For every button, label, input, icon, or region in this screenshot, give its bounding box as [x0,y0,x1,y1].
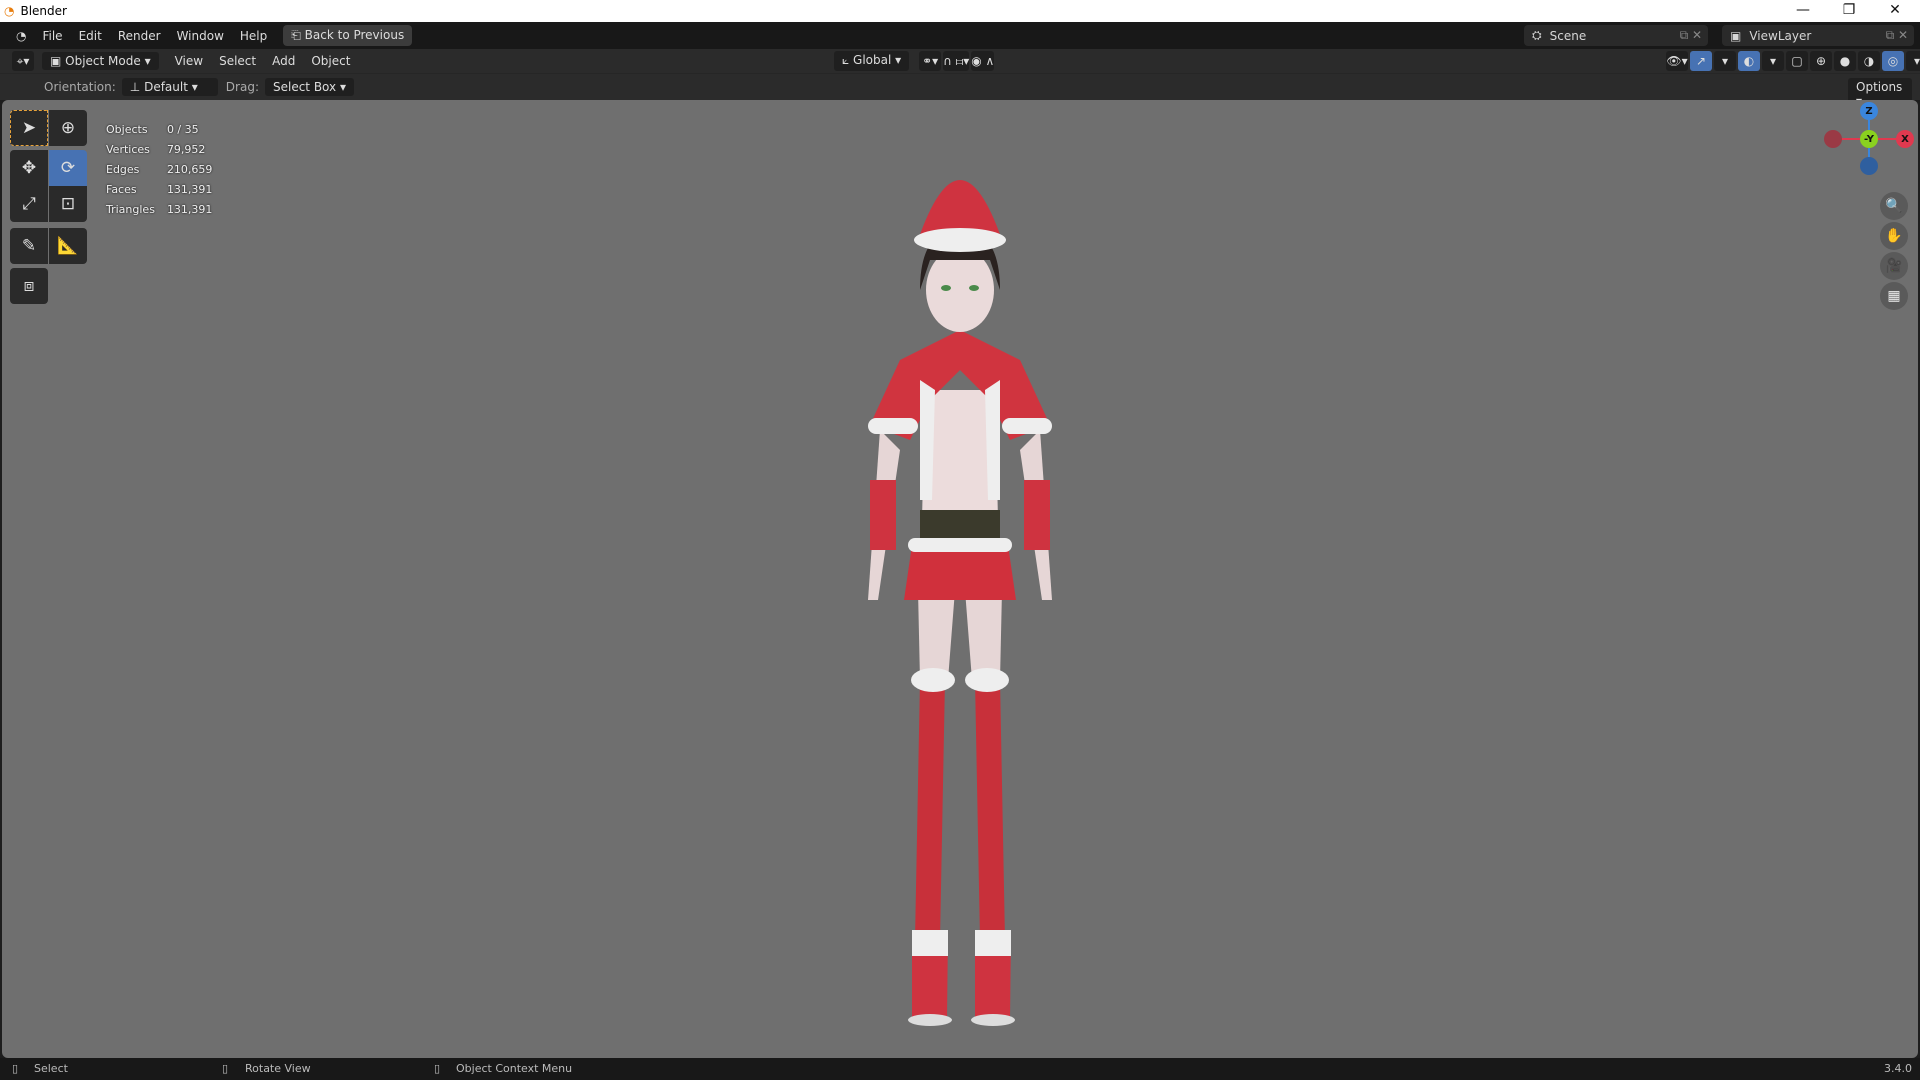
stat-row: Edges 210,659 [106,163,213,176]
menu-help[interactable]: Help [232,29,275,43]
cursor-tool-icon[interactable]: ⊕ [49,110,87,146]
transform-tool-icon[interactable]: ⊡ [49,186,87,222]
menu-window[interactable]: Window [169,29,232,43]
gizmo-toggle-icon[interactable]: ↗ [1690,51,1712,71]
pan-view-hand-icon[interactable]: ✋ [1880,222,1908,250]
close-button[interactable]: ✕ [1872,0,1918,22]
mouse-middle-icon: ▯ [222,1062,229,1075]
blender-menu-icon[interactable]: ◔ [8,29,34,43]
drag-label: Drag: [225,80,259,94]
status-rotate-view: Rotate View [245,1062,311,1075]
scale-tool-icon[interactable]: ⤢ [10,186,48,222]
move-tool-icon[interactable]: ✥ [10,150,48,186]
orientation-dropdown[interactable]: ⊥ Default ▾ [121,78,218,96]
scene-statistics: Objects 0 / 35 Vertices 79,952 Edges 210,65… [104,119,224,221]
menu-select[interactable]: Select [211,54,264,68]
transform-controls: ⟀ Global ▾ ⚭▾ ∩ ⧦▾ ◉ ∧ [834,51,995,71]
status-context-menu: Object Context Menu [456,1062,573,1075]
menu-view[interactable]: View [167,54,211,68]
mouse-right-icon: ▯ [434,1062,441,1075]
snap-icon[interactable]: ∩ ⧦▾ [943,51,970,71]
gizmo-neg-x-axis[interactable] [1824,130,1842,148]
add-cube-tool-icon[interactable]: ⧈ [10,268,48,304]
gizmo-x-axis[interactable]: X [1896,130,1914,148]
pivot-icon[interactable]: ⚭▾ [919,51,942,71]
overlay-dropdown-icon[interactable]: ▾ [1762,51,1784,71]
tool-settings-bar: Orientation: ⊥ Default ▾ Drag: Select Bo… [0,73,1920,110]
new-scene-icon[interactable]: ⧉ ✕ [1680,28,1702,43]
scene-selector[interactable]: ⛭ Scene ⧉ ✕ [1524,25,1708,46]
zoom-view-icon[interactable]: 🔍 [1880,192,1908,220]
back-icon: ⎗ [291,28,305,42]
stat-row: Objects 0 / 35 [106,123,199,136]
viewport-header: ⌖▾ ▣ Object Mode ▾ View Select Add Objec… [0,49,1920,73]
rendered-shading-icon[interactable]: ◎ [1882,51,1904,71]
measure-tool-icon[interactable]: 📐 [49,228,87,264]
view-layer-selector[interactable]: ▣ ViewLayer ⧉ ✕ [1722,25,1914,46]
gizmo-neg-z-axis[interactable] [1860,157,1878,175]
select-box-tool-icon[interactable]: ➤ [10,110,48,146]
drag-dropdown[interactable]: Select Box ▾ [264,78,354,96]
menu-file[interactable]: File [34,29,70,43]
ortho-grid-icon[interactable]: ▦ [1880,282,1908,310]
restore-button[interactable]: ❐ [1826,0,1872,22]
menu-render[interactable]: Render [110,29,169,43]
wireframe-shading-icon[interactable]: ⊕ [1810,51,1832,71]
scene-icon: ⛭ [1532,28,1542,42]
transform-orientation-dropdown[interactable]: ⟀ Global ▾ [834,51,910,71]
visibility-icon[interactable]: 👁▾ [1666,51,1688,71]
annotate-tool-icon[interactable]: ✎ [10,228,48,264]
stat-row: Vertices 79,952 [106,143,206,156]
solid-shading-icon[interactable]: ● [1834,51,1856,71]
3d-viewport[interactable]: ➤ ⊕ ✥ ⟳ ⤢ ⊡ ✎ 📐 ⧈ Objects 0 / 35 Vertices… [2,100,1918,1058]
overlay-toggle-icon[interactable]: ◐ [1738,51,1760,71]
status-bar: ▯ Select ▯ Rotate View ▯ Object Context … [0,1058,1920,1080]
gizmo-y-axis[interactable]: -Y [1860,130,1878,148]
gizmo-z-axis[interactable]: Z [1860,102,1878,120]
menu-edit[interactable]: Edit [71,29,110,43]
window-titlebar: ◔ Blender — ❐ ✕ [0,0,1920,22]
stat-row: Triangles 131,391 [106,203,213,216]
rotate-tool-icon[interactable]: ⟳ [49,150,87,186]
new-view-layer-icon[interactable]: ⧉ ✕ [1886,28,1908,43]
status-select: Select [34,1062,68,1075]
proportional-edit-icon[interactable]: ◉ ∧ [971,51,995,71]
view-layer-name[interactable]: ViewLayer [1749,29,1811,43]
menu-object[interactable]: Object [303,54,358,68]
scene-name[interactable]: Scene [1550,29,1587,43]
editor-type-icon[interactable]: ⌖▾ [12,51,34,71]
version-label: 3.4.0 [1884,1062,1912,1075]
minimize-button[interactable]: — [1780,0,1826,22]
menu-add[interactable]: Add [264,54,303,68]
character-model[interactable] [820,120,1100,1050]
viewport-shading-controls: 👁▾ ↗ ▾ ◐ ▾ ▢ ⊕ ● ◑ ◎ ▾ [1664,51,1920,71]
xray-icon[interactable]: ▢ [1786,51,1808,71]
back-to-previous-button[interactable]: ⎗ Back to Previous [283,25,413,46]
mode-dropdown[interactable]: ▣ Object Mode ▾ [42,52,159,70]
shading-dropdown-icon[interactable]: ▾ [1906,51,1920,71]
material-shading-icon[interactable]: ◑ [1858,51,1880,71]
stat-row: Faces 131,391 [106,183,213,196]
top-bar: ◔ File Edit Render Window Help ⎗ Back to… [0,22,1920,49]
view-layer-icon: ▣ [1730,28,1742,43]
camera-view-icon[interactable]: 🎥 [1880,252,1908,280]
orientation-label: Orientation: [44,80,116,94]
navigation-gizmo[interactable]: Z -Y X [1820,92,1920,192]
mouse-left-icon: ▯ [12,1062,19,1075]
window-title: Blender [20,4,67,18]
gizmo-dropdown-icon[interactable]: ▾ [1714,51,1736,71]
toolbar: ➤ ⊕ ✥ ⟳ ⤢ ⊡ ✎ 📐 ⧈ [10,110,88,402]
blender-logo-icon: ◔ [4,4,15,18]
